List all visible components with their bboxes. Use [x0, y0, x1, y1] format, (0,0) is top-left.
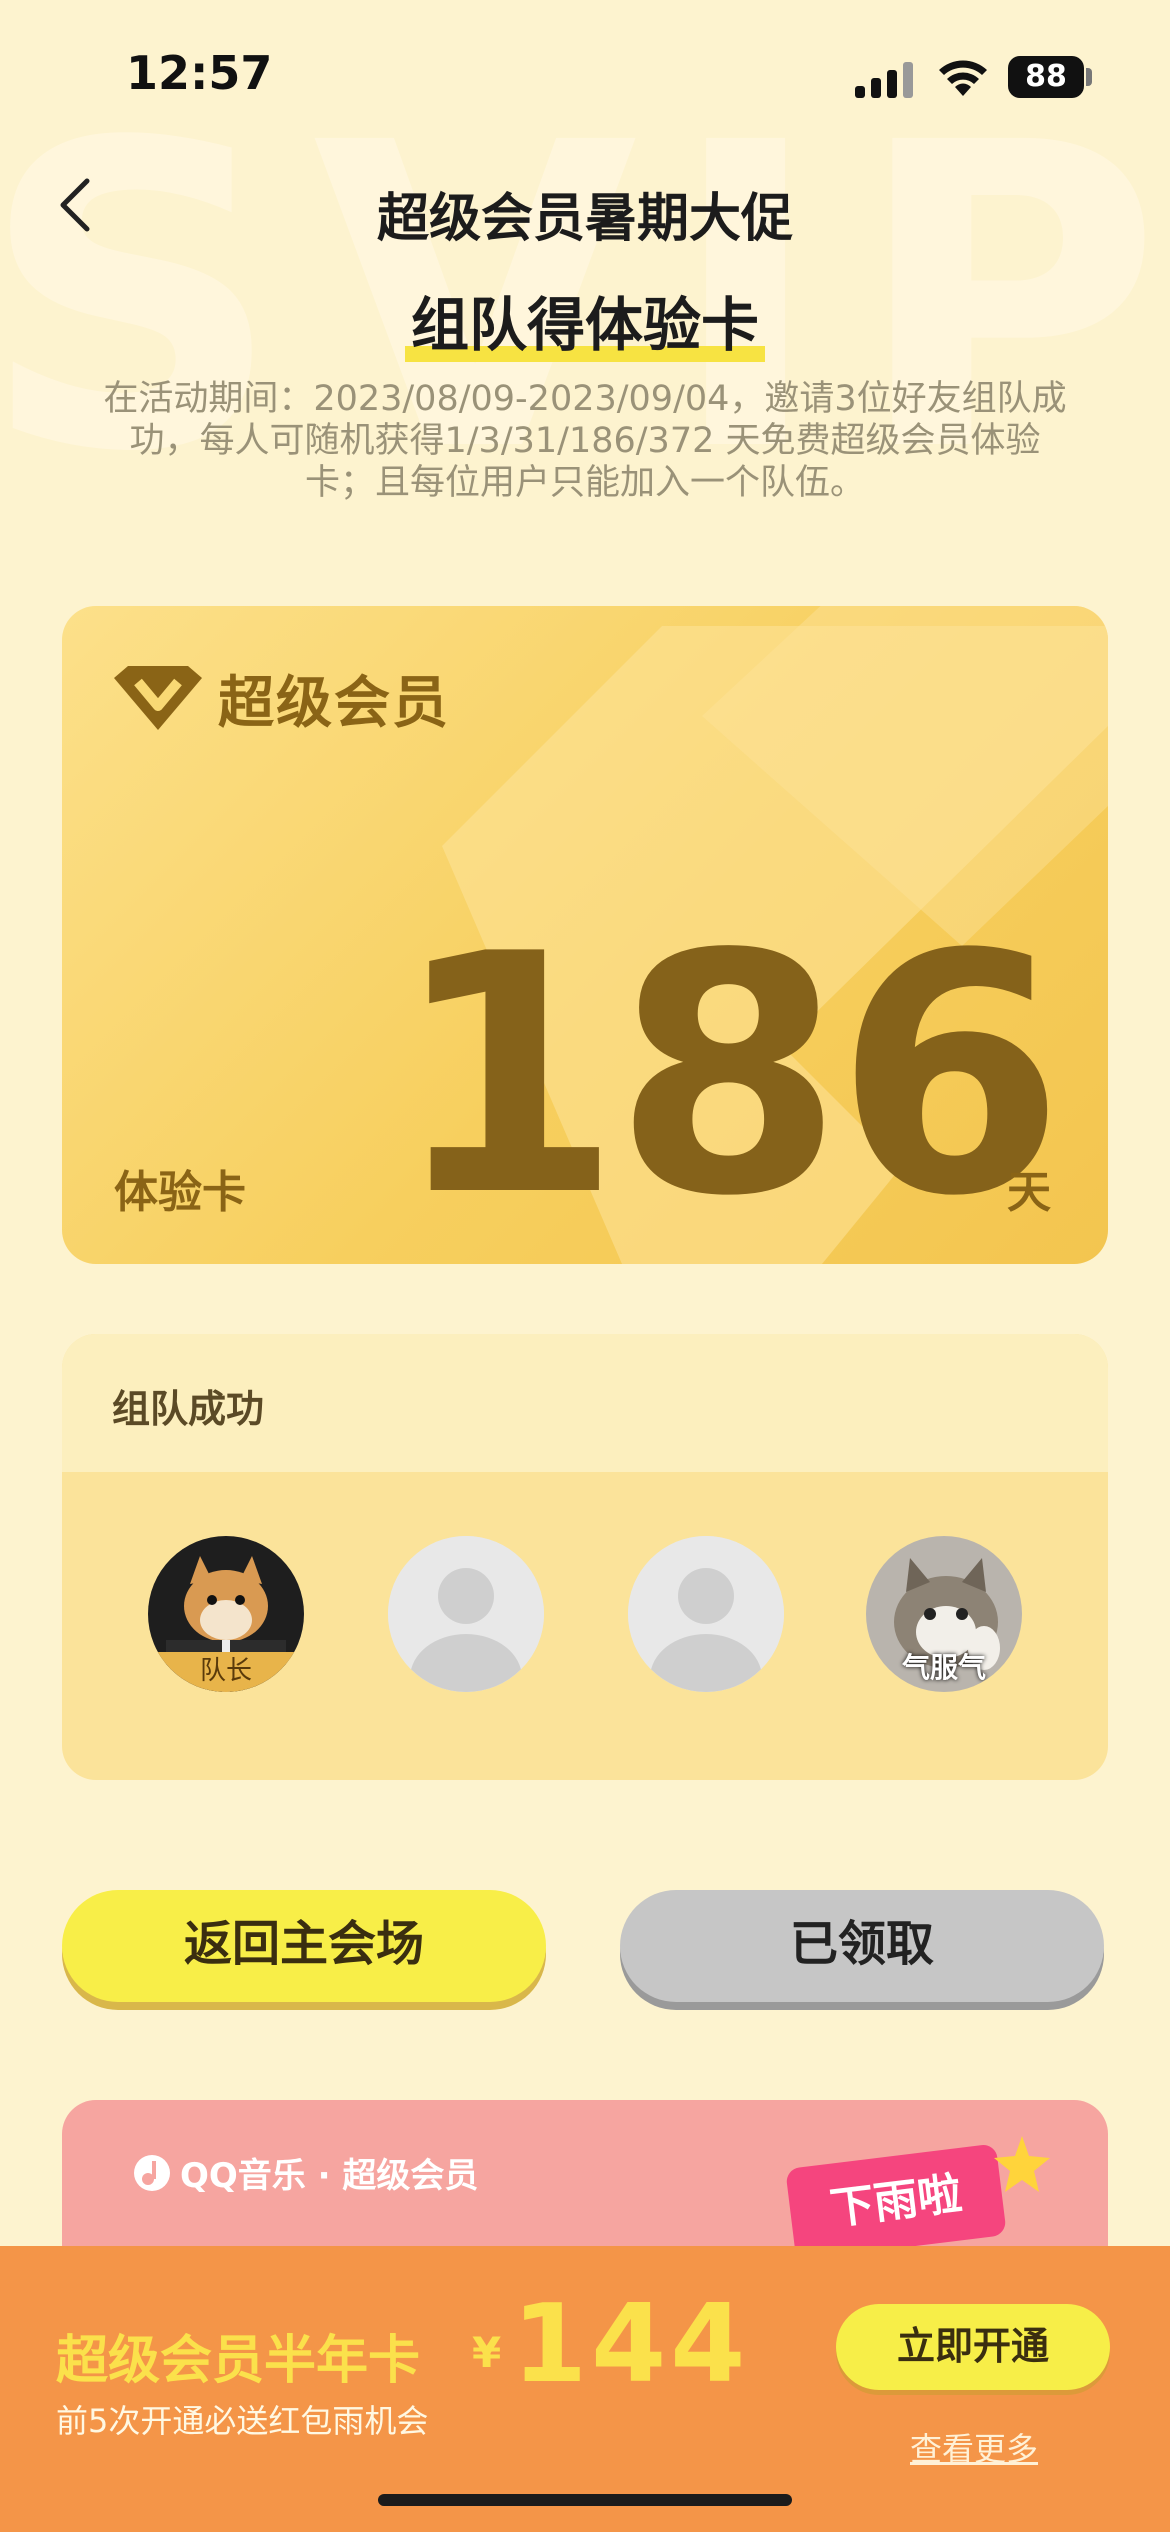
return-main-venue-button[interactable]: 返回主会场	[62, 1890, 546, 2002]
qq-music-icon	[134, 2154, 170, 2191]
leader-tag: 队长	[148, 1652, 304, 1692]
purchase-bar: 超级会员半年卡 ¥ 144 前5次开通必送红包雨机会 立即开通 查看更多	[0, 2246, 1170, 2532]
section-subtitle: 组队得体验卡	[404, 278, 765, 362]
avatar-member-cat[interactable]: 气服气	[866, 1536, 1022, 1692]
price-currency: ¥	[472, 2328, 502, 2377]
card-days-value: 186	[392, 884, 1065, 1264]
open-now-button[interactable]: 立即开通	[836, 2304, 1110, 2390]
avatar-empty-slot-1[interactable]	[388, 1536, 544, 1692]
vip-brand-text: 超级会员	[218, 671, 450, 736]
home-indicator[interactable]	[378, 2494, 792, 2506]
status-time: 12:57	[126, 46, 273, 100]
card-label: 体验卡	[114, 1167, 246, 1218]
avatar-empty-slot-2[interactable]	[628, 1536, 784, 1692]
avatar-leader[interactable]: 队长	[148, 1536, 304, 1692]
battery-indicator: 88	[1008, 56, 1084, 98]
claimed-button[interactable]: 已领取	[620, 1890, 1104, 2002]
wifi-icon	[939, 60, 987, 96]
user-placeholder-icon	[388, 1536, 544, 1692]
promo-brand: QQ音乐 · 超级会员	[132, 2148, 478, 2197]
offer-subtitle: 前5次开通必送红包雨机会	[56, 2402, 429, 2440]
vip-logo: 超级会员	[110, 658, 450, 739]
battery-tip	[1086, 68, 1092, 86]
user-placeholder-icon	[628, 1536, 784, 1692]
avatar-caption: 气服气	[901, 1651, 986, 1684]
team-status-title: 组队成功	[112, 1387, 265, 1431]
price-value: 144	[512, 2282, 750, 2407]
card-days-unit: 天	[1007, 1167, 1051, 1218]
diamond-v-icon	[114, 665, 202, 730]
promo-sticker: 下雨啦	[785, 2143, 1007, 2261]
subtitle-wrap: 组队得体验卡	[0, 278, 1170, 362]
promo-brand-text: QQ音乐 · 超级会员	[180, 2156, 479, 2196]
vip-experience-card: 超级会员 体验卡 186 天	[62, 606, 1108, 1264]
cellular-signal-icon	[855, 62, 913, 98]
team-card: 组队成功 队长 气服气	[62, 1334, 1108, 1780]
star-icon	[994, 2136, 1050, 2192]
status-bar: 12:57 88	[0, 0, 1170, 150]
activity-description: 在活动期间：2023/08/09-2023/09/04，邀请3位好友组队成功，每…	[103, 379, 1067, 503]
view-more-link[interactable]: 查看更多	[910, 2424, 1038, 2470]
page-title: 超级会员暑期大促	[376, 189, 793, 249]
offer-title: 超级会员半年卡	[56, 2331, 421, 2391]
